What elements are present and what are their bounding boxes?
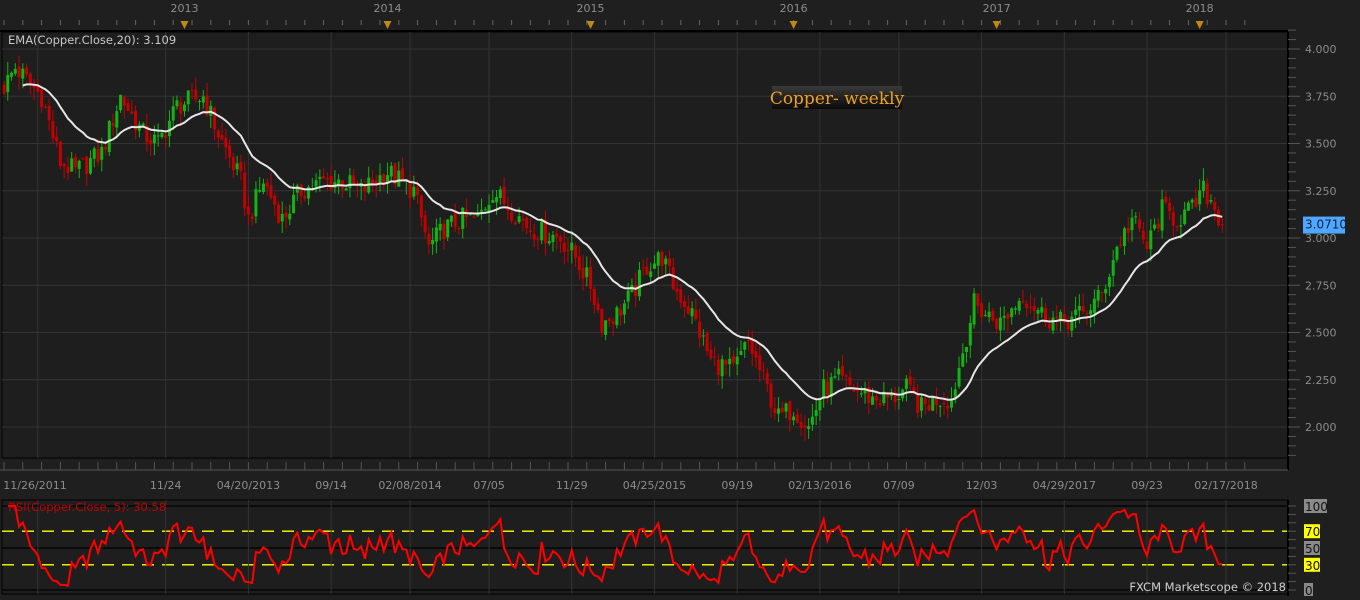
date-label: 04/20/2013 [217, 479, 280, 492]
candle [107, 119, 111, 156]
price-tick-label: 3.250 [1305, 185, 1337, 198]
date-label: 09/14 [315, 479, 347, 492]
current-price-value: 3.0710 [1305, 218, 1347, 232]
rsi-tick-label: 30 [1305, 559, 1320, 573]
candle [615, 305, 619, 329]
date-label: 09/19 [721, 479, 753, 492]
rsi-tick-label: 100 [1305, 500, 1328, 514]
date-label: 11/24 [150, 479, 182, 492]
copper-weekly-chart[interactable]: 2013 2014 2015 2016 2017 2018 EMA(Copper.Clos… [0, 0, 1360, 598]
date-label: 02/13/2016 [788, 479, 851, 492]
candle [58, 141, 62, 170]
copyright-text: FXCM Marketscope © 2018 [1129, 580, 1286, 594]
rsi-panel[interactable] [1, 499, 1289, 595]
date-label: 07/05 [473, 479, 505, 492]
year-label: 2017 [983, 2, 1011, 15]
chart-title-box: Copper- weekly [770, 86, 905, 109]
price-tick-label: 2.750 [1305, 279, 1337, 292]
price-tick-label: 2.000 [1305, 421, 1337, 434]
year-label: 2013 [170, 2, 198, 15]
price-tick-label: 3.000 [1305, 232, 1337, 245]
rsi-tick-label: 70 [1305, 525, 1320, 539]
date-label: 02/17/2018 [1194, 479, 1257, 492]
date-label: 12/03 [966, 479, 998, 492]
price-tick-label: 2.500 [1305, 327, 1337, 340]
date-label: 04/29/2017 [1033, 479, 1096, 492]
price-tick-label: 3.750 [1305, 90, 1337, 103]
date-label: 02/08/2014 [378, 479, 441, 492]
candle [600, 307, 604, 338]
date-label: 11/29 [556, 479, 588, 492]
year-label: 2015 [577, 2, 605, 15]
candle [119, 94, 123, 113]
ema-indicator-label: EMA(Copper.Close,20): 3.109 [8, 33, 176, 47]
year-label: 2016 [780, 2, 808, 15]
candle [972, 288, 976, 329]
price-tick-label: 2.250 [1305, 374, 1337, 387]
date-label: 09/23 [1131, 479, 1163, 492]
year-label: 2014 [374, 2, 402, 15]
rsi-tick-label: 50 [1305, 542, 1320, 556]
date-label: 11/26/2011 [3, 479, 66, 492]
candle [540, 218, 544, 245]
rsi-tick-label: 0 [1305, 584, 1313, 596]
year-label: 2018 [1186, 2, 1214, 15]
price-tick-label: 3.500 [1305, 138, 1337, 151]
candle [931, 395, 935, 412]
current-price-label: 3.0710 [1303, 216, 1347, 234]
date-label: 07/09 [883, 479, 915, 492]
date-label: 04/25/2015 [623, 479, 686, 492]
rsi-indicator-label: RSI(Copper.Close, 5): 30.58 [8, 500, 166, 514]
price-tick-label: 4.000 [1305, 43, 1337, 56]
chart-title: Copper- weekly [770, 89, 905, 109]
